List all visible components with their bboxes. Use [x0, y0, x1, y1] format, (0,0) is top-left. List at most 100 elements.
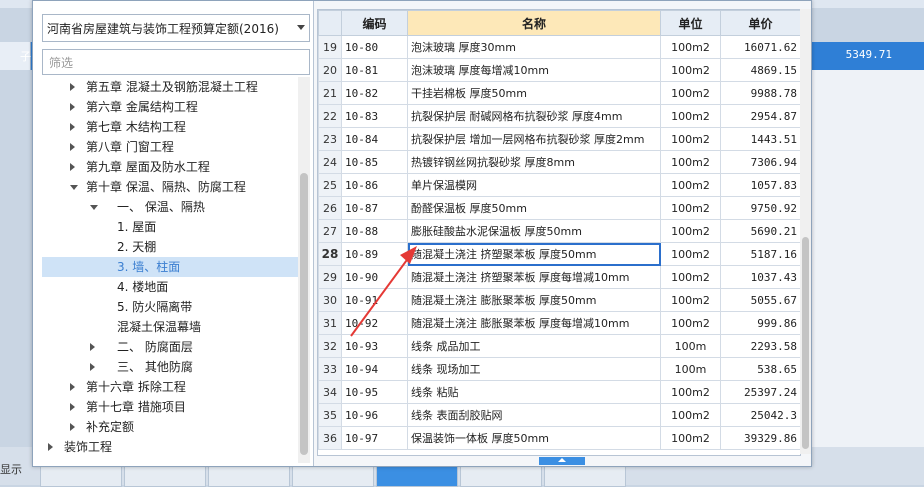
quota-row[interactable]: 21 10-82 干挂岩棉板 厚度50mm 100m2 9988.78 [318, 81, 800, 105]
collapse-arrow-icon[interactable] [90, 343, 95, 351]
code-cell[interactable]: 10-91 [341, 288, 408, 312]
tree-node[interactable]: 补充定额 [42, 417, 298, 437]
quota-row[interactable]: 27 10-88 膨胀硅酸盐水泥保温板 厚度50mm 100m2 5690.21 [318, 219, 800, 243]
quota-row[interactable]: 31 10-92 随混凝土浇注 膨胀聚苯板 厚度每增减10mm 100m2 999.86 [318, 311, 800, 335]
collapse-arrow-icon[interactable] [70, 403, 75, 411]
code-cell[interactable]: 10-84 [341, 127, 408, 151]
filter-input[interactable] [47, 52, 291, 74]
tree-node[interactable]: 第七章 木结构工程 [42, 117, 298, 137]
code-cell[interactable]: 10-85 [341, 150, 408, 174]
unit-column-header[interactable]: 单位 [660, 10, 721, 36]
price-cell[interactable]: 16071.62 [720, 35, 800, 59]
unit-cell[interactable]: 100m2 [660, 196, 721, 220]
quota-row[interactable]: 19 10-80 泡沫玻璃 厚度30mm 100m2 16071.62 [318, 35, 800, 59]
collapse-arrow-icon[interactable] [70, 383, 75, 391]
bottom-tab[interactable] [208, 465, 290, 487]
price-cell[interactable]: 1037.43 [720, 265, 800, 289]
code-cell[interactable]: 10-86 [341, 173, 408, 197]
unit-cell[interactable]: 100m2 [660, 380, 721, 404]
unit-cell[interactable]: 100m2 [660, 265, 721, 289]
tree-node[interactable]: 混凝土保温幕墙 [42, 317, 298, 337]
name-cell[interactable]: 保温装饰一体板 厚度50mm [407, 426, 661, 450]
tree-node[interactable]: 第五章 混凝土及钢筋混凝土工程 [42, 77, 298, 97]
bottom-tab[interactable] [460, 465, 542, 487]
code-cell[interactable]: 10-92 [341, 311, 408, 335]
price-cell[interactable]: 5055.67 [720, 288, 800, 312]
price-cell[interactable]: 2954.87 [720, 104, 800, 128]
code-cell[interactable]: 10-80 [341, 35, 408, 59]
name-cell[interactable]: 膨胀硅酸盐水泥保温板 厚度50mm [407, 219, 661, 243]
expand-arrow-icon[interactable] [90, 205, 98, 210]
price-cell[interactable]: 5187.16 [720, 242, 800, 266]
collapse-arrow-icon[interactable] [48, 443, 53, 451]
code-cell[interactable]: 10-94 [341, 357, 408, 381]
collapse-arrow-icon[interactable] [70, 163, 75, 171]
price-cell[interactable]: 4869.15 [720, 58, 800, 82]
unit-cell[interactable]: 100m2 [660, 242, 721, 266]
name-cell[interactable]: 泡沫玻璃 厚度每增减10mm [407, 58, 661, 82]
name-column-header[interactable]: 名称 [407, 10, 661, 36]
name-cell[interactable]: 随混凝土浇注 膨胀聚苯板 厚度每增减10mm [407, 311, 661, 335]
price-cell[interactable]: 9988.78 [720, 81, 800, 105]
unit-cell[interactable]: 100m [660, 357, 721, 381]
tree-node[interactable]: 第六章 金属结构工程 [42, 97, 298, 117]
price-cell[interactable]: 25397.24 [720, 380, 800, 404]
name-cell[interactable]: 干挂岩棉板 厚度50mm [407, 81, 661, 105]
filter-field[interactable] [42, 49, 310, 75]
code-column-header[interactable]: 编码 [341, 10, 408, 36]
collapse-handle[interactable] [539, 457, 585, 465]
price-cell[interactable]: 2293.58 [720, 334, 800, 358]
bottom-tab-active[interactable] [376, 465, 458, 487]
name-cell[interactable]: 泡沫玻璃 厚度30mm [407, 35, 661, 59]
code-cell[interactable]: 10-95 [341, 380, 408, 404]
unit-cell[interactable]: 100m2 [660, 35, 721, 59]
tree-node[interactable]: 3. 墙、柱面 [42, 257, 298, 277]
bottom-tab[interactable] [40, 465, 122, 487]
expand-arrow-icon[interactable] [70, 185, 78, 190]
name-cell[interactable]: 线条 现场加工 [407, 357, 661, 381]
tree-node[interactable]: 三、 其他防腐 [42, 357, 298, 377]
tree-scrollbar-thumb[interactable] [300, 173, 308, 455]
unit-cell[interactable]: 100m2 [660, 104, 721, 128]
quota-row[interactable]: 33 10-94 线条 现场加工 100m 538.65 [318, 357, 800, 381]
price-cell[interactable]: 5690.21 [720, 219, 800, 243]
quota-row[interactable]: 20 10-81 泡沫玻璃 厚度每增减10mm 100m2 4869.15 [318, 58, 800, 82]
tree-node[interactable]: 第十七章 措施项目 [42, 397, 298, 417]
quota-row[interactable]: 30 10-91 随混凝土浇注 膨胀聚苯板 厚度50mm 100m2 5055.67 [318, 288, 800, 312]
quota-row[interactable]: 35 10-96 线条 表面刮胶贴网 100m2 25042.3 [318, 403, 800, 427]
tree-node[interactable]: 装饰工程 [42, 437, 298, 457]
code-cell[interactable]: 10-97 [341, 426, 408, 450]
price-cell[interactable]: 538.65 [720, 357, 800, 381]
bottom-tab[interactable] [124, 465, 206, 487]
collapse-arrow-icon[interactable] [70, 123, 75, 131]
quota-row[interactable]: 34 10-95 线条 粘贴 100m2 25397.24 [318, 380, 800, 404]
name-cell[interactable]: 热镀锌钢丝网抗裂砂浆 厚度8mm [407, 150, 661, 174]
bottom-tab[interactable] [544, 465, 626, 487]
tree-node[interactable]: 一、 保温、隔热 [42, 197, 298, 217]
grid-scrollbar[interactable] [800, 9, 811, 454]
price-cell[interactable]: 39329.86 [720, 426, 800, 450]
unit-cell[interactable]: 100m2 [660, 150, 721, 174]
code-cell[interactable]: 10-90 [341, 265, 408, 289]
tree-node[interactable]: 第八章 门窗工程 [42, 137, 298, 157]
quota-row[interactable]: 36 10-97 保温装饰一体板 厚度50mm 100m2 39329.86 [318, 426, 800, 450]
tree-node[interactable]: 4. 楼地面 [42, 277, 298, 297]
tree-node[interactable]: 第十章 保温、隔热、防腐工程 [42, 177, 298, 197]
quota-row[interactable]: 26 10-87 酚醛保温板 厚度50mm 100m2 9750.92 [318, 196, 800, 220]
price-cell[interactable]: 25042.3 [720, 403, 800, 427]
price-cell[interactable]: 1443.51 [720, 127, 800, 151]
price-cell[interactable]: 999.86 [720, 311, 800, 335]
unit-cell[interactable]: 100m2 [660, 288, 721, 312]
collapse-arrow-icon[interactable] [70, 423, 75, 431]
unit-cell[interactable]: 100m2 [660, 426, 721, 450]
collapse-arrow-icon[interactable] [70, 103, 75, 111]
quota-row[interactable]: 23 10-84 抗裂保护层 增加一层网格布抗裂砂浆 厚度2mm 100m2 1443.… [318, 127, 800, 151]
code-cell[interactable]: 10-82 [341, 81, 408, 105]
tree-scrollbar[interactable] [298, 77, 310, 463]
price-cell[interactable]: 9750.92 [720, 196, 800, 220]
unit-cell[interactable]: 100m2 [660, 403, 721, 427]
chevron-down-icon[interactable] [297, 25, 305, 30]
quota-row[interactable]: 25 10-86 单片保温模网 100m2 1057.83 [318, 173, 800, 197]
bottom-tab[interactable] [292, 465, 374, 487]
code-cell[interactable]: 10-81 [341, 58, 408, 82]
